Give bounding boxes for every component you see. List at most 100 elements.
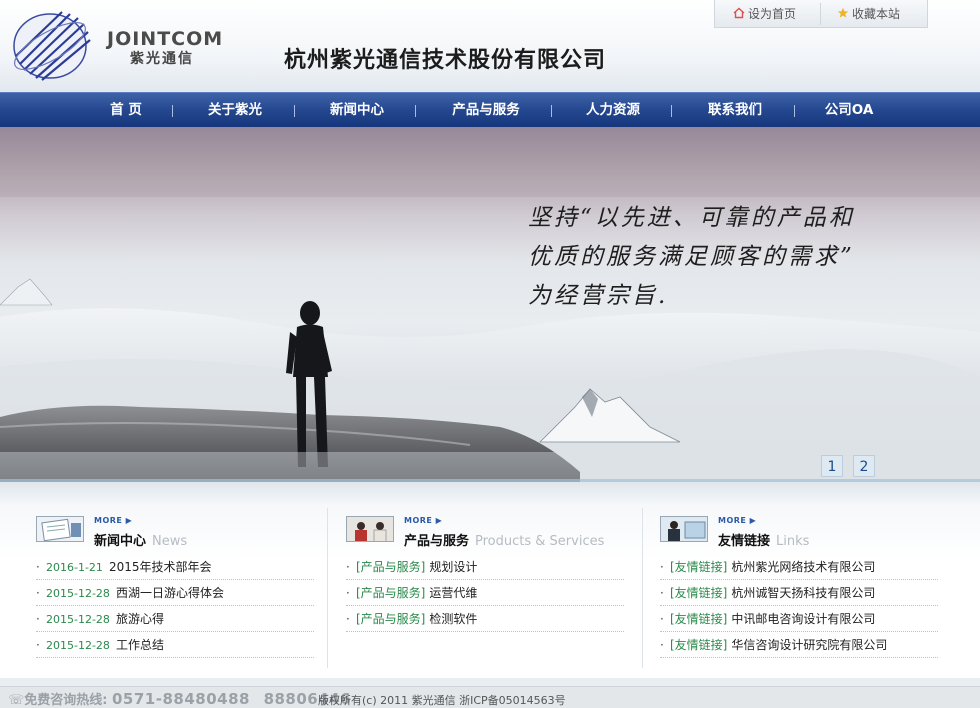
products-list: · [产品与服务] 规划设计 · [产品与服务] 运营代维 · [产品与服务] 检测软件	[346, 554, 624, 632]
products-section: MORE ▶ 产品与服务 Products & Services · [产品与服务]…	[346, 498, 624, 668]
nav-item-oa[interactable]: 公司OA	[812, 93, 886, 127]
bullet: ·	[36, 638, 40, 652]
friend-link[interactable]: 华信咨询设计研究院有限公司	[731, 638, 887, 652]
list-item: · [友情链接] 中讯邮电咨询设计有限公司	[660, 606, 938, 632]
link-tag: [友情链接]	[670, 586, 728, 600]
star-icon	[837, 7, 849, 19]
hotline-number-1: 0571-88480488	[112, 690, 250, 708]
slogan-line: 坚持“以先进、可靠的产品和	[528, 205, 855, 231]
home-icon	[733, 7, 745, 19]
news-date: 2015-12-28	[46, 587, 110, 600]
links-section: MORE ▶ 友情链接 Links · [友情链接] 杭州紫光网络技术有限公司 · [友…	[660, 498, 938, 668]
banner-page-2[interactable]: 2	[853, 455, 875, 477]
nav-divider	[551, 105, 552, 117]
product-tag: [产品与服务]	[356, 612, 426, 626]
list-item: · [产品与服务] 检测软件	[346, 606, 624, 632]
news-link[interactable]: 西湖一日游心得体会	[116, 586, 224, 600]
news-title-cn: 新闻中心	[94, 534, 147, 549]
news-date: 2016-1-21	[46, 561, 103, 574]
list-item: · [友情链接] 华信咨询设计研究院有限公司	[660, 632, 938, 658]
news-list: · 2016-1-21 2015年技术部年会 · 2015-12-28 西湖一日游心得体…	[36, 554, 314, 658]
nav-item-about[interactable]: 关于紫光	[190, 93, 280, 127]
product-tag: [产品与服务]	[356, 560, 426, 574]
list-item: · [产品与服务] 运营代维	[346, 580, 624, 606]
bullet: ·	[346, 586, 350, 600]
bullet: ·	[36, 612, 40, 626]
nav-divider	[172, 105, 173, 117]
slogan-line: 优质的服务满足顾客的需求”	[528, 244, 855, 270]
bullet: ·	[660, 638, 664, 652]
products-title-cn: 产品与服务	[404, 534, 470, 549]
news-link[interactable]: 2015年技术部年会	[109, 560, 212, 574]
main-nav: 首 页 关于紫光 新闻中心 产品与服务 人力资源 联系我们 公司OA	[0, 92, 980, 127]
bullet: ·	[346, 560, 350, 574]
top-links: 设为首页 收藏本站	[714, 0, 928, 28]
links-title-en: Links	[776, 534, 810, 549]
bullet: ·	[36, 586, 40, 600]
bullet: ·	[660, 560, 664, 574]
hotline-label: ☏免费咨询热线:	[8, 693, 108, 708]
set-home-link[interactable]: 设为首页	[733, 5, 796, 22]
list-item: · 2015-12-28 工作总结	[36, 632, 314, 658]
news-section: MORE ▶ 新闻中心 News · 2016-1-21 2015年技术部年会 · 20…	[36, 498, 314, 668]
links-header: MORE ▶ 友情链接 Links	[660, 498, 938, 549]
news-link[interactable]: 工作总结	[116, 638, 164, 652]
bookmark-link[interactable]: 收藏本站	[837, 5, 900, 22]
friend-link[interactable]: 杭州紫光网络技术有限公司	[731, 560, 875, 574]
list-item: · [友情链接] 杭州紫光网络技术有限公司	[660, 554, 938, 580]
nav-divider	[671, 105, 672, 117]
logo-graphic-icon	[13, 11, 91, 81]
nav-item-home[interactable]: 首 页	[86, 93, 166, 127]
links-title: 友情链接 Links	[718, 530, 809, 549]
banner-slogan: 坚持“以先进、可靠的产品和 优质的服务满足顾客的需求” 为经营宗旨.	[528, 199, 928, 316]
content-area: MORE ▶ 新闻中心 News · 2016-1-21 2015年技术部年会 · 20…	[0, 482, 980, 678]
bookmark-label: 收藏本站	[852, 7, 901, 21]
product-link[interactable]: 规划设计	[429, 560, 477, 574]
nav-item-products[interactable]: 产品与服务	[432, 93, 540, 127]
header: JOINTCOM 紫光通信 杭州紫光通信技术股份有限公司 设为首页 收藏本站	[0, 0, 980, 92]
nav-divider	[294, 105, 295, 117]
news-title-en: News	[152, 534, 188, 549]
links-thumbnail-image	[660, 516, 708, 542]
nav-divider	[415, 105, 416, 117]
company-logo[interactable]	[8, 6, 98, 86]
product-link[interactable]: 运营代维	[429, 586, 477, 600]
news-more-link[interactable]: MORE ▶	[94, 516, 132, 525]
top-links-divider	[820, 3, 821, 25]
product-link[interactable]: 检测软件	[429, 612, 477, 626]
column-divider	[642, 508, 643, 668]
news-link[interactable]: 旅游心得	[116, 612, 164, 626]
banner-page-1[interactable]: 1	[821, 455, 843, 477]
bullet: ·	[660, 612, 664, 626]
bullet: ·	[346, 612, 350, 626]
list-item: · [友情链接] 杭州诚智天扬科技有限公司	[660, 580, 938, 606]
friend-link[interactable]: 杭州诚智天扬科技有限公司	[731, 586, 875, 600]
nav-divider	[794, 105, 795, 117]
logo-text-cn: 紫光通信	[130, 51, 194, 67]
footer: ☏免费咨询热线: 0571-88480488 88806446 版权所有(c) …	[0, 686, 980, 708]
products-thumbnail-image	[346, 516, 394, 542]
bullet: ·	[660, 586, 664, 600]
products-title-en: Products & Services	[475, 534, 605, 549]
set-home-label: 设为首页	[748, 7, 797, 21]
products-more-link[interactable]: MORE ▶	[404, 516, 442, 525]
links-title-cn: 友情链接	[718, 534, 771, 549]
link-tag: [友情链接]	[670, 612, 728, 626]
friend-link[interactable]: 中讯邮电咨询设计有限公司	[731, 612, 875, 626]
news-thumbnail-image	[36, 516, 84, 542]
nav-item-news[interactable]: 新闻中心	[312, 93, 402, 127]
link-tag: [友情链接]	[670, 638, 728, 652]
products-header: MORE ▶ 产品与服务 Products & Services	[346, 498, 624, 549]
hero-banner: 坚持“以先进、可靠的产品和 优质的服务满足顾客的需求” 为经营宗旨. 1 2	[0, 127, 980, 482]
nav-item-contact[interactable]: 联系我们	[690, 93, 780, 127]
slogan-line: 为经营宗旨.	[528, 283, 669, 309]
news-date: 2015-12-28	[46, 639, 110, 652]
news-title: 新闻中心 News	[94, 530, 187, 549]
links-more-link[interactable]: MORE ▶	[718, 516, 756, 525]
nav-item-hr[interactable]: 人力资源	[568, 93, 658, 127]
logo-text-en: JOINTCOM	[107, 28, 224, 50]
list-item: · 2016-1-21 2015年技术部年会	[36, 554, 314, 580]
links-list: · [友情链接] 杭州紫光网络技术有限公司 · [友情链接] 杭州诚智天扬科技有限公司 …	[660, 554, 938, 658]
list-item: · [产品与服务] 规划设计	[346, 554, 624, 580]
product-tag: [产品与服务]	[356, 586, 426, 600]
